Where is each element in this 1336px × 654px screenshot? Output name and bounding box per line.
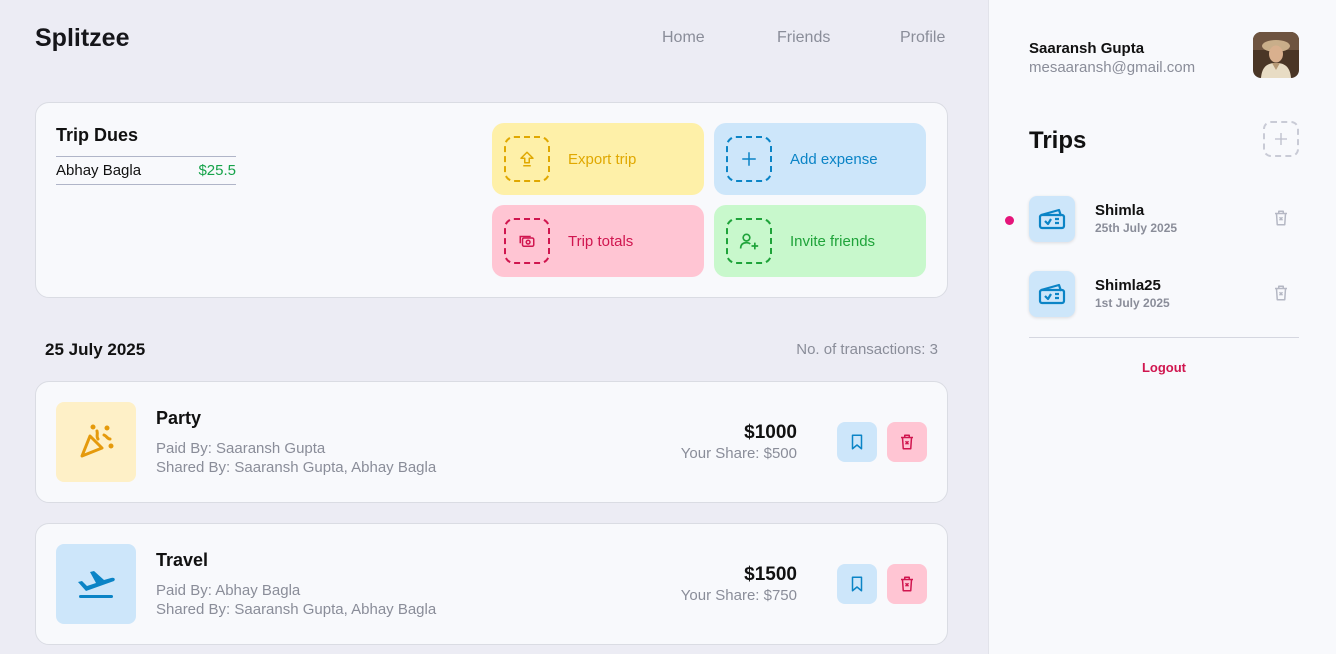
trip-item[interactable]: Shimla25 1st July 2025 [1029, 271, 1299, 319]
bookmark-button[interactable] [837, 564, 877, 604]
invite-friends-label: Invite friends [790, 232, 876, 250]
trash-icon [901, 576, 913, 592]
user-name: Saaransh Gupta [1029, 40, 1145, 57]
delete-button[interactable] [887, 422, 927, 462]
transaction-amount: $1500 [744, 564, 797, 585]
transaction-name: Travel [156, 550, 209, 570]
trip-date: 1st July 2025 [1095, 296, 1170, 310]
due-name: Abhay Bagla [56, 162, 142, 179]
shared-by: Shared By: Saaransh Gupta, Abhay Bagla [156, 601, 437, 618]
export-icon [504, 136, 550, 182]
user-email: mesaaransh@gmail.com [1029, 59, 1196, 76]
money-icon [504, 218, 550, 264]
divider [1029, 337, 1299, 338]
main-panel: Splitzee Home Friends Profile Trip Dues … [0, 0, 988, 654]
plus-icon [1275, 133, 1287, 145]
bookmark-icon [851, 434, 863, 450]
transaction-card[interactable]: Travel Paid By: Abhay Bagla Shared By: S… [35, 523, 948, 645]
transaction-date-heading: 25 July 2025 [45, 340, 146, 359]
delete-button[interactable] [887, 564, 927, 604]
avatar[interactable] [1253, 32, 1299, 78]
trip-dues-card: Trip Dues Abhay Bagla $25.5 Export trip … [35, 102, 948, 298]
due-amount: $25.5 [198, 162, 236, 179]
party-popper-icon [56, 402, 136, 482]
bookmark-button[interactable] [837, 422, 877, 462]
invite-friends-button[interactable]: Invite friends [714, 205, 926, 277]
brand-logo[interactable]: Splitzee [35, 24, 129, 53]
trip-name: Shimla25 [1095, 277, 1161, 294]
transaction-amount: $1000 [744, 422, 797, 443]
bookmark-icon [851, 576, 863, 592]
shared-by: Shared By: Saaransh Gupta, Abhay Bagla [156, 459, 437, 476]
trips-heading: Trips [1029, 127, 1087, 154]
transaction-count: No. of transactions: 3 [796, 341, 938, 358]
transaction-card[interactable]: Party Paid By: Saaransh Gupta Shared By:… [35, 381, 948, 503]
your-share: Your Share: $750 [680, 587, 797, 604]
ticket-icon [1029, 271, 1075, 317]
trip-totals-label: Trip totals [568, 232, 634, 250]
export-trip-button[interactable]: Export trip [492, 123, 704, 195]
trip-item[interactable]: Shimla 25th July 2025 [1029, 196, 1299, 244]
plus-icon [726, 136, 772, 182]
nav-home[interactable]: Home [662, 29, 705, 47]
trip-dues-title: Trip Dues [56, 125, 139, 145]
paid-by: Paid By: Saaransh Gupta [156, 440, 326, 457]
delete-trip-button[interactable] [1269, 206, 1293, 230]
trip-totals-button[interactable]: Trip totals [492, 205, 704, 277]
trip-date: 25th July 2025 [1095, 221, 1178, 235]
airplane-icon [56, 544, 136, 624]
sidebar: Saaransh Gupta mesaaransh@gmail.com Trip… [988, 0, 1336, 654]
nav-profile[interactable]: Profile [900, 29, 945, 47]
trash-icon [901, 434, 913, 450]
trip-name: Shimla [1095, 202, 1145, 219]
add-trip-button[interactable] [1263, 121, 1299, 157]
delete-trip-button[interactable] [1269, 281, 1293, 305]
due-row: Abhay Bagla $25.5 [56, 156, 236, 185]
your-share: Your Share: $500 [680, 445, 797, 462]
trash-icon [1275, 285, 1287, 301]
trash-icon [1275, 210, 1287, 226]
add-expense-label: Add expense [790, 150, 878, 168]
paid-by: Paid By: Abhay Bagla [156, 582, 301, 599]
active-trip-indicator [1005, 216, 1014, 225]
nav-friends[interactable]: Friends [777, 29, 830, 47]
export-trip-label: Export trip [568, 150, 637, 168]
logout-button[interactable]: Logout [1029, 360, 1299, 375]
ticket-icon [1029, 196, 1075, 242]
user-plus-icon [726, 218, 772, 264]
add-expense-button[interactable]: Add expense [714, 123, 926, 195]
transaction-name: Party [156, 408, 202, 428]
